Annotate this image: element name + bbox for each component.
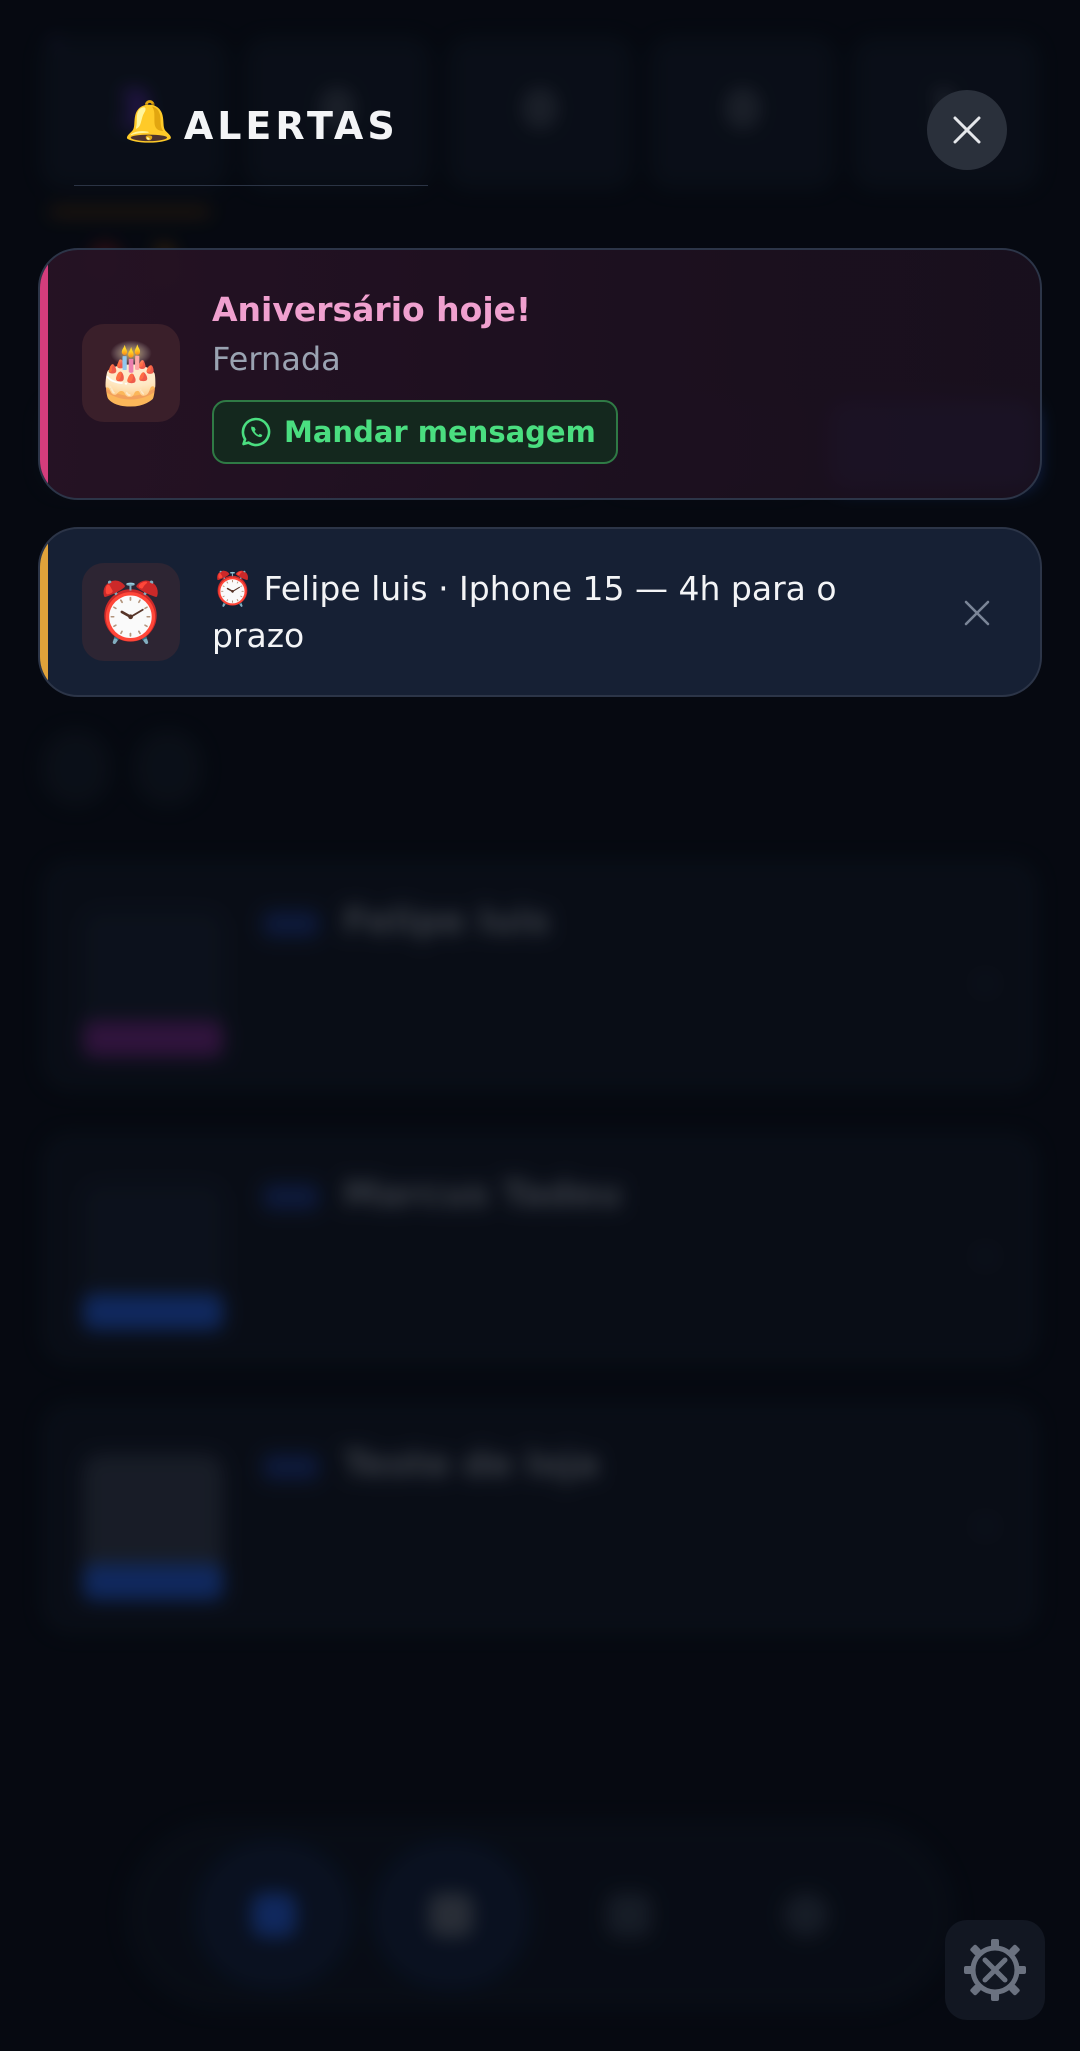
alert-title: Aniversário hoje! — [212, 290, 532, 329]
whatsapp-icon — [241, 417, 271, 447]
close-button[interactable] — [927, 90, 1007, 170]
deadline-message: ⏰ Felipe luis · Iphone 15 — 4h para o pr… — [212, 569, 837, 655]
tools-settings-button[interactable] — [945, 1920, 1045, 2020]
alarm-clock-icon: ⏰ — [82, 563, 180, 661]
close-icon — [964, 600, 990, 626]
dismiss-alert-button[interactable] — [955, 591, 999, 635]
deadline-alert-card: ⏰ ⏰ Felipe luis · Iphone 15 — 4h para o … — [38, 527, 1042, 697]
bell-icon: 🔔 — [124, 99, 174, 145]
send-message-button[interactable]: Mandar mensagem — [212, 400, 618, 464]
page-title: ALERTAS — [183, 104, 399, 148]
alert-accent-bar — [40, 250, 48, 498]
alert-accent-bar — [40, 529, 48, 695]
gear-tools-icon — [964, 1939, 1026, 2001]
customer-name: Fernada — [212, 340, 341, 378]
close-icon — [953, 116, 981, 144]
birthday-cake-icon: 🎂 — [82, 324, 180, 422]
alerts-header: 🔔 ALERTAS — [74, 90, 428, 186]
birthday-alert-card: 🎂 Aniversário hoje! Fernada Mandar mensa… — [38, 248, 1042, 500]
send-message-label: Mandar mensagem — [284, 415, 596, 449]
